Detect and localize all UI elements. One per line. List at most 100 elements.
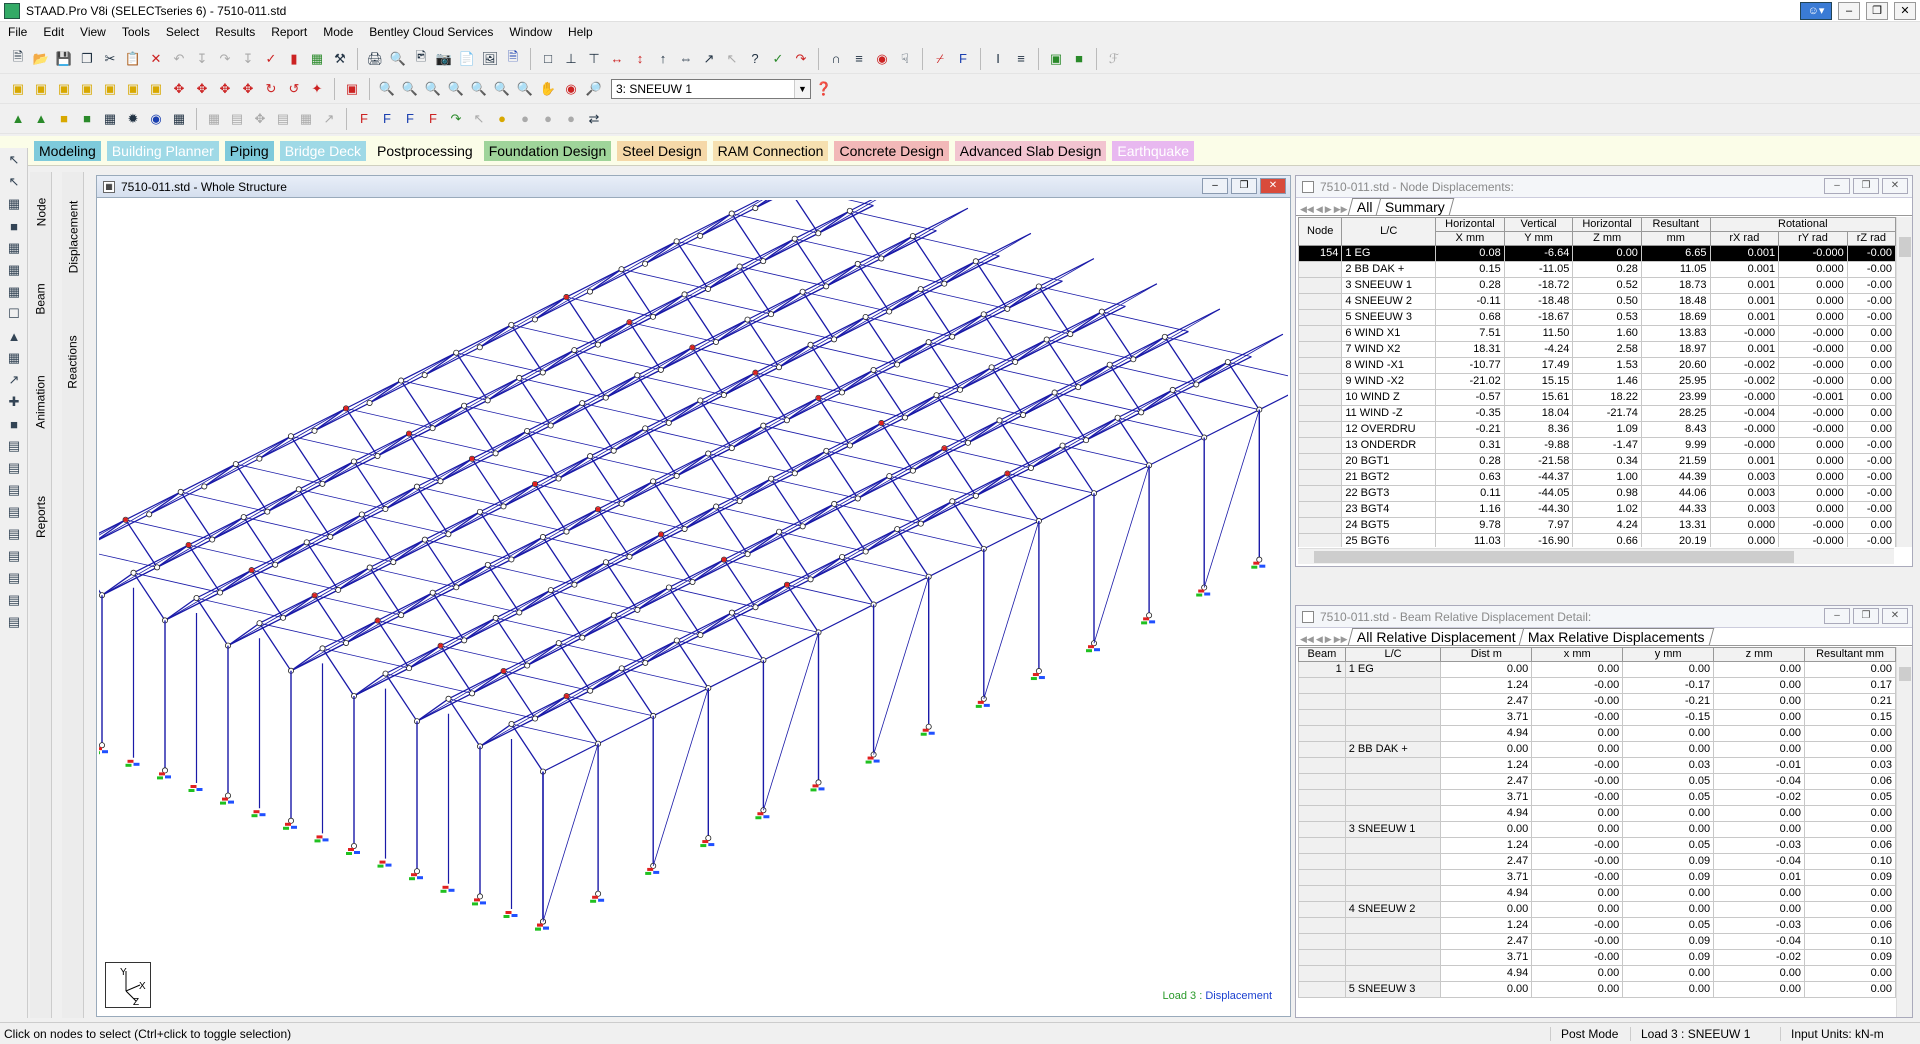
dim-a-icon[interactable]: ↔ [607,49,627,69]
view-bottom-icon[interactable]: ▣ [123,79,143,99]
table-cell[interactable]: 0.05 [1622,917,1715,934]
table-cell[interactable]: -0.01 [1713,757,1806,774]
table-cell[interactable]: -11.05 [1503,261,1574,278]
table-cell[interactable]: 0.00 [1846,373,1896,390]
rotate-right-icon[interactable]: ✥ [238,79,258,99]
table-cell[interactable]: 0.00 [1622,725,1715,742]
table-cell[interactable]: 6 WIND X1 [1341,325,1437,342]
result-c-icon[interactable]: ■ [54,109,74,129]
table-cell[interactable] [1298,293,1343,310]
table-cell[interactable] [1298,725,1346,742]
table-cell[interactable]: -0.00 [1531,709,1624,726]
animate-e-icon[interactable]: ▦ [296,109,316,129]
result-f-icon[interactable]: ✹ [123,109,143,129]
table-cell[interactable]: 0.000 [1778,293,1848,310]
beam-window-titlebar[interactable]: 7510-011.std - Beam Relative Displacemen… [1296,606,1912,628]
menu-edit[interactable]: Edit [35,25,72,39]
delete-icon[interactable]: ✕ [146,49,166,69]
table-cell[interactable]: 0.00 [1622,901,1715,918]
table-cell[interactable] [1298,901,1346,918]
table-cell[interactable]: 0.000 [1778,501,1848,518]
table-cell[interactable]: 0.00 [1440,661,1533,678]
node-close-button[interactable]: ✕ [1882,178,1908,194]
view-c-icon[interactable]: ⊤ [584,49,604,69]
table-cell[interactable]: -0.00 [1846,309,1896,326]
edit-b-icon[interactable]: ▤ [4,436,24,456]
edit-e-icon[interactable]: ▤ [4,502,24,522]
table-cell[interactable]: 0.003 [1709,485,1780,502]
table-cell[interactable]: 0.00 [1804,725,1896,742]
table-cell[interactable]: 25.95 [1640,373,1711,390]
table-cell[interactable]: -0.02 [1713,949,1806,966]
table-cell[interactable]: 0.00 [1713,821,1806,838]
arch-icon[interactable]: ∩ [826,49,846,69]
animate-a-icon[interactable]: ▦ [204,109,224,129]
table-cell[interactable]: 17.49 [1503,357,1574,374]
node-window-titlebar[interactable]: 7510-011.std - Node Displacements: – ❐ ✕ [1296,176,1912,198]
result-e-icon[interactable]: ▦ [100,109,120,129]
table-cell[interactable]: 5 SNEEUW 3 [1341,309,1437,326]
table-cell[interactable] [1344,757,1442,774]
table-cell[interactable] [1298,437,1343,454]
table-cell[interactable]: -0.000 [1709,421,1780,438]
table-cell[interactable]: 18.04 [1503,405,1574,422]
table-cell[interactable]: 0.001 [1709,309,1780,326]
edit-i-icon[interactable]: ▤ [4,590,24,610]
table-cell[interactable]: 0.001 [1709,277,1780,294]
i-beam-icon[interactable]: I [988,49,1008,69]
table-cell[interactable]: 2.47 [1440,933,1533,950]
table-cell[interactable]: 44.39 [1640,469,1711,486]
table-cell[interactable]: 18.69 [1640,309,1711,326]
table-cell[interactable]: -9.88 [1503,437,1574,454]
table-cell[interactable]: 0.00 [1804,981,1896,998]
select-plates-icon[interactable]: ■ [4,216,24,236]
force-g-icon[interactable]: ● [492,109,512,129]
table-cell[interactable]: -0.00 [1846,261,1896,278]
report-icon[interactable]: 📄 [457,49,477,69]
node-minimize-button[interactable]: – [1824,178,1850,194]
page-setup-icon[interactable]: 🖻 [411,49,431,69]
undo-list-icon[interactable]: ↧ [192,49,212,69]
mode-tab-building-planner[interactable]: Building Planner [106,140,219,161]
animate-c-icon[interactable]: ✥ [250,109,270,129]
table-cell[interactable]: 0.00 [1713,709,1806,726]
force-h-icon[interactable]: ● [515,109,535,129]
table-cell[interactable]: 0.000 [1778,437,1848,454]
redo-list-icon[interactable]: ↧ [238,49,258,69]
hand-icon[interactable]: ☟ [895,49,915,69]
table-cell[interactable]: 0.00 [1846,517,1896,534]
table-cell[interactable] [1298,677,1346,694]
table-cell[interactable]: -0.21 [1435,421,1505,438]
table-row[interactable]: 3 SNEEUW 1 0.28 -18.72 0.52 18.73 0.001 0.000-… [1298,277,1896,294]
table-cell[interactable]: 1.24 [1440,917,1533,934]
edit-c-icon[interactable]: ▤ [4,458,24,478]
table-cell[interactable] [1298,709,1346,726]
table-row[interactable]: 4.94 0.00 0.00 0.00 0.00 [1298,805,1896,822]
table-cell[interactable]: 1.16 [1435,501,1505,518]
table-cell[interactable] [1298,517,1343,534]
view-top-icon[interactable]: ▣ [100,79,120,99]
table-row[interactable]: 10 WIND Z -0.57 15.61 18.22 23.99 -0.000 -0.00… [1298,389,1896,406]
zoom-out-icon[interactable]: 🔍 [446,79,466,99]
table-cell[interactable] [1298,821,1346,838]
col-beam[interactable]: Beam [1298,647,1346,662]
table-cell[interactable]: 0.31 [1435,437,1505,454]
nav-last-icon[interactable]: ▶▶ [1334,634,1348,645]
table-row[interactable]: 11 EG 0.00 0.00 0.00 0.00 0.00 [1298,661,1896,678]
zoom-extent-icon[interactable]: 🔍 [515,79,535,99]
table-cell[interactable]: 0.05 [1622,773,1715,790]
nav-next-icon[interactable]: ▶ [1325,204,1332,215]
menu-bentley-cloud[interactable]: Bentley Cloud Services [361,25,501,39]
table-cell[interactable]: -0.02 [1713,789,1806,806]
col-x[interactable]: x mm [1531,647,1624,662]
table-cell[interactable]: 0.28 [1435,277,1505,294]
tab-max-relative[interactable]: Max Relative Displacements [1518,628,1715,645]
table-row[interactable]: 1.24 -0.00 0.05 -0.03 0.06 [1298,837,1896,854]
table-cell[interactable]: 0.00 [1713,725,1806,742]
mode-tab-concrete-design[interactable]: Concrete Design [834,140,949,161]
table-cell[interactable]: 11.05 [1640,261,1711,278]
table-cell[interactable]: 0.00 [1713,741,1806,758]
table-cell[interactable]: 18.31 [1435,341,1505,358]
table-row[interactable]: 1.24 -0.00 0.05 -0.03 0.06 [1298,917,1896,934]
table-cell[interactable]: -21.02 [1435,373,1505,390]
